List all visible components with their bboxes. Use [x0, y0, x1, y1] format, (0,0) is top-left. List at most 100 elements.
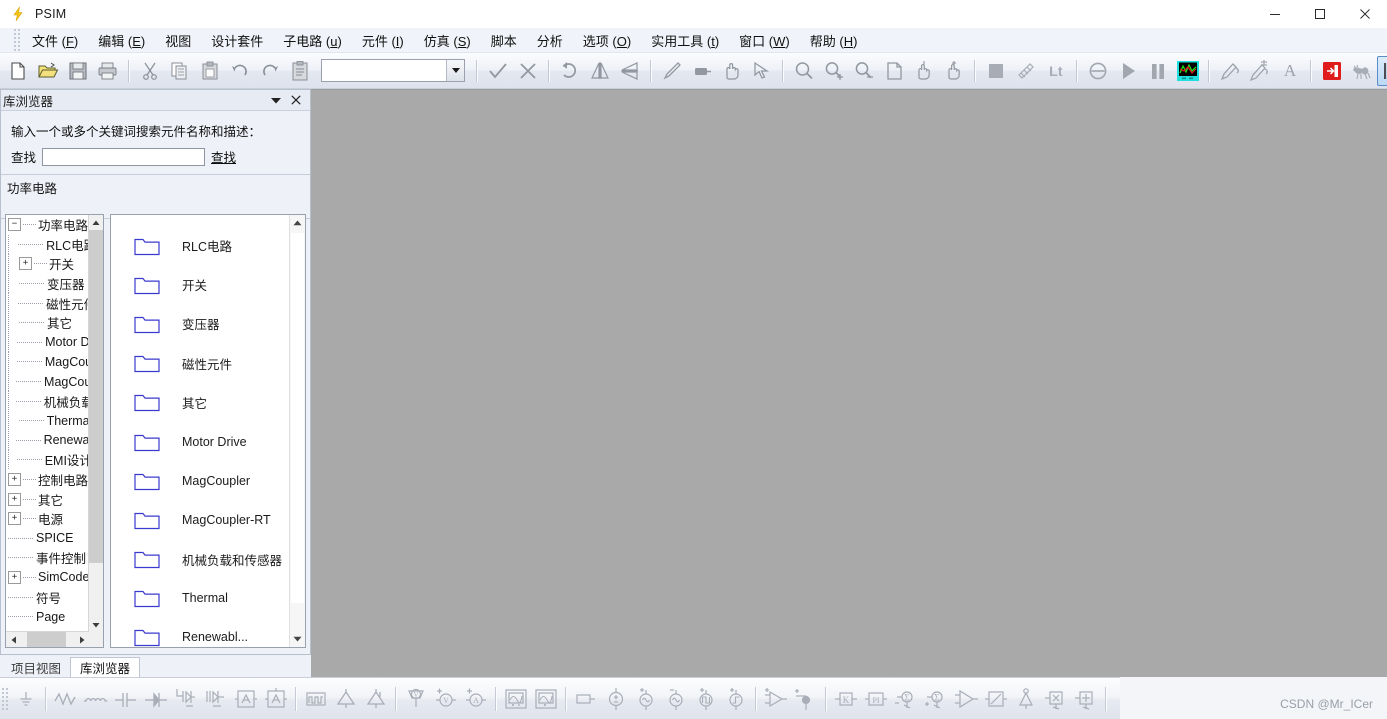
element-toolbar-grip-icon[interactable] — [1, 686, 9, 711]
disable-icon[interactable] — [1083, 56, 1113, 86]
expand-icon[interactable]: + — [8, 473, 21, 487]
tree-node[interactable]: + 控制电路 — [6, 470, 89, 490]
list-scroll-track[interactable] — [290, 231, 305, 631]
probe-icon[interactable] — [1215, 56, 1245, 86]
mirror-vertical-icon[interactable] — [615, 56, 645, 86]
resistor-icon[interactable] — [51, 683, 81, 715]
print-icon[interactable] — [93, 56, 123, 86]
probe-node-icon[interactable] — [1011, 683, 1041, 715]
menu-item-elements[interactable]: 元件 (I) — [353, 28, 413, 53]
undo-icon[interactable] — [225, 56, 255, 86]
ant-icon[interactable] — [1347, 56, 1377, 86]
dc-source-icon[interactable] — [571, 683, 601, 715]
tree-hscroll-track[interactable] — [21, 632, 74, 647]
tree-node[interactable]: SPICE — [6, 529, 89, 549]
list-vertical-scrollbar[interactable] — [289, 215, 305, 647]
tree-node[interactable]: EMI设计套件 — [6, 450, 89, 470]
pwm-icon[interactable] — [301, 683, 331, 715]
folder-list-item[interactable]: Motor Drive — [111, 422, 290, 461]
component-combo-input[interactable] — [322, 60, 446, 81]
module-b-icon[interactable] — [261, 683, 291, 715]
export-red-icon[interactable] — [1317, 56, 1347, 86]
zoom-hand-up-icon[interactable] — [909, 56, 939, 86]
pause-icon[interactable] — [1143, 56, 1173, 86]
tree-node[interactable]: + 其它 — [6, 489, 89, 509]
paste-icon[interactable] — [195, 56, 225, 86]
library-folder-list[interactable]: RLC电路 开关 变压器 磁性元件 其它 Motor Drive MagCoupler Mag… — [110, 214, 306, 648]
scroll-down-icon[interactable] — [89, 617, 103, 632]
chevron-down-icon[interactable] — [270, 93, 282, 107]
tree-node[interactable]: Page — [6, 607, 89, 627]
lt-label-icon[interactable]: Lt — [1041, 56, 1071, 86]
sine-source-icon[interactable] — [661, 683, 691, 715]
rotate-icon[interactable] — [555, 56, 585, 86]
expand-icon[interactable]: + — [8, 512, 21, 526]
scope-2-icon[interactable] — [531, 683, 561, 715]
menu-item-design-suite[interactable]: 设计套件 — [202, 28, 272, 53]
menu-item-help[interactable]: 帮助 (H) — [801, 28, 867, 53]
menu-item-simulate[interactable]: 仿真 (S) — [415, 28, 480, 53]
tree-node[interactable]: + 电源 — [6, 509, 89, 529]
dc-voltage-icon[interactable] — [601, 683, 631, 715]
tree-scroll-thumb[interactable] — [89, 230, 103, 563]
cut-icon[interactable] — [135, 56, 165, 86]
tree-horizontal-scrollbar[interactable] — [6, 631, 89, 647]
tree-node[interactable]: MagCoupler — [6, 352, 89, 372]
multiplier-icon[interactable] — [1041, 683, 1071, 715]
module-a-icon[interactable] — [231, 683, 261, 715]
tab-library-browser[interactable]: 库浏览器 — [70, 657, 141, 677]
label-icon[interactable] — [687, 56, 717, 86]
wire-icon[interactable] — [657, 56, 687, 86]
tab-project-view[interactable]: 项目视图 — [2, 657, 70, 677]
zoom-hand-down-icon[interactable] — [939, 56, 969, 86]
tree-node[interactable]: Renewable Energy — [6, 430, 89, 451]
scroll-right-icon[interactable] — [74, 632, 89, 647]
menu-item-edit[interactable]: 编辑 (E) — [89, 28, 154, 53]
copy-icon[interactable] — [165, 56, 195, 86]
tree-hscroll-thumb[interactable] — [27, 632, 66, 647]
menu-item-window[interactable]: 窗口 (W) — [730, 28, 799, 53]
step-source-icon[interactable] — [721, 683, 751, 715]
expand-icon[interactable]: + — [19, 257, 32, 271]
folder-list-item[interactable]: 开关 — [111, 265, 290, 304]
voltage-probe-icon[interactable]: V — [401, 683, 431, 715]
folder-list-item[interactable]: 磁性元件 — [111, 344, 290, 383]
menu-grip-icon[interactable] — [13, 28, 21, 52]
scroll-up-icon[interactable] — [89, 215, 103, 230]
tree-node[interactable]: 符号 — [6, 587, 89, 607]
ac-source-icon[interactable] — [631, 683, 661, 715]
simview-icon[interactable] — [1173, 56, 1203, 86]
tree-node[interactable]: MagCoupler-RT — [6, 371, 89, 392]
adder-icon[interactable] — [1071, 683, 1101, 715]
fit-page-icon[interactable] — [879, 56, 909, 86]
menu-item-file[interactable]: 文件 (F) — [23, 28, 87, 53]
stop-icon[interactable] — [981, 56, 1011, 86]
expand-icon[interactable]: + — [8, 570, 21, 584]
menu-item-subcircuit[interactable]: 子电路 (u) — [274, 28, 351, 53]
scroll-down-icon[interactable] — [290, 631, 305, 647]
list-scroll-thumb[interactable] — [291, 233, 304, 603]
redo-icon[interactable] — [255, 56, 285, 86]
close-icon[interactable] — [1342, 0, 1387, 28]
transformer-2-icon[interactable] — [361, 683, 391, 715]
collapse-icon[interactable]: − — [8, 218, 21, 232]
folder-list-item[interactable]: Renewabl... — [111, 618, 290, 647]
folder-list-item[interactable]: 变压器 — [111, 304, 290, 343]
tree-node[interactable]: Thermal — [6, 410, 89, 431]
library-tree[interactable]: − 功率电路 RLC电路 + 开关变压器磁性元件其它 Motor Drive MagCoup… — [5, 214, 104, 648]
chevron-down-icon[interactable] — [446, 60, 464, 81]
schematic-canvas[interactable] — [311, 89, 1387, 678]
search-input[interactable] — [42, 147, 206, 166]
integrator-icon[interactable] — [981, 683, 1011, 715]
tree-scroll-track[interactable] — [89, 230, 103, 617]
hand-icon[interactable] — [717, 56, 747, 86]
paste-special-icon[interactable] — [285, 56, 315, 86]
menu-item-options[interactable]: 选项 (O) — [574, 28, 640, 53]
cross-icon[interactable] — [513, 56, 543, 86]
zoom-icon[interactable] — [789, 56, 819, 86]
gain-k-icon[interactable]: K — [831, 683, 861, 715]
tree-node[interactable]: + SimCoder — [6, 568, 89, 588]
square-source-icon[interactable] — [691, 683, 721, 715]
scroll-up-icon[interactable] — [290, 215, 305, 231]
new-file-icon[interactable] — [3, 56, 33, 86]
